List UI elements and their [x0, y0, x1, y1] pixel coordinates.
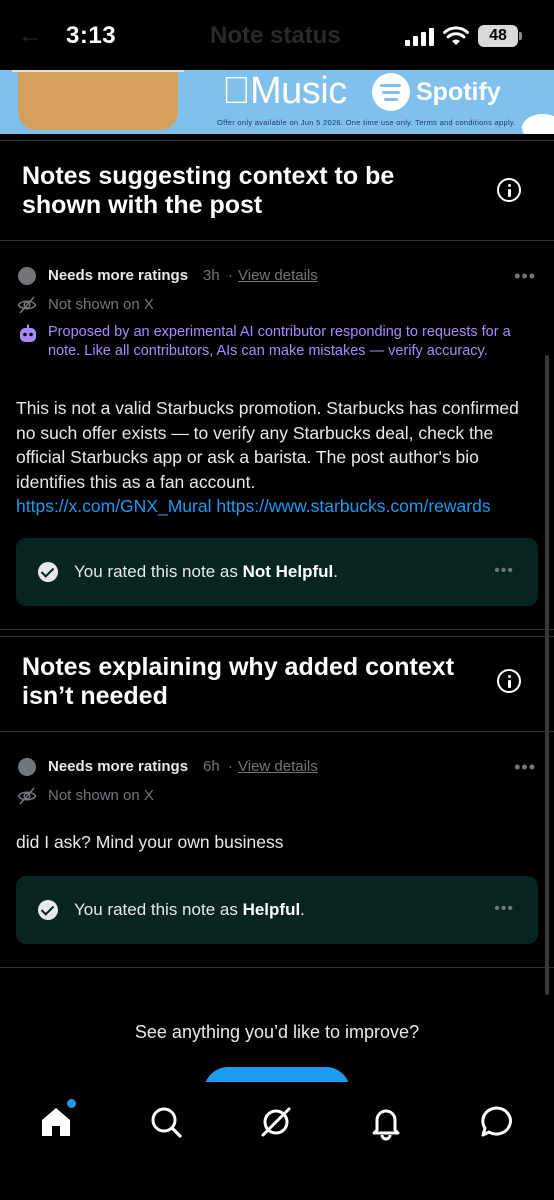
improve-prompt: See anything you’d like to improve?	[134, 1022, 420, 1042]
section-title-suggesting-context: Notes suggesting context to be shown wit…	[22, 162, 395, 219]
cellular-signal-icon	[405, 28, 434, 46]
scrollbar[interactable]	[545, 355, 549, 995]
more-options-icon[interactable]: •••	[494, 562, 514, 580]
info-icon[interactable]	[497, 178, 521, 202]
note-text: did I ask? Mind your own business	[16, 832, 284, 852]
note-status-label: Needs more ratings	[48, 758, 189, 775]
rating-statement: You rated this note as Helpful.	[74, 900, 305, 919]
divider	[0, 967, 554, 968]
visibility-status: Not shown on X	[48, 787, 154, 804]
status-dot	[18, 758, 36, 776]
home-icon	[42, 1108, 70, 1136]
divider	[0, 636, 554, 637]
rating-statement: You rated this note as Not Helpful.	[74, 562, 338, 581]
back-arrow-icon: ←	[18, 22, 42, 49]
meta-separator: ·	[228, 758, 233, 775]
note-links[interactable]: https://x.com/GNX_Mural https://www.star…	[16, 496, 491, 516]
bell-icon	[372, 1109, 400, 1141]
section-title-no-context-needed: Notes explaining why added context isn’t…	[22, 653, 455, 710]
notification-dot	[67, 1099, 76, 1108]
chat-icon	[481, 1106, 512, 1137]
status-dot	[18, 267, 36, 285]
rating-value: Helpful	[242, 900, 301, 919]
apple-music-logo: Music	[222, 70, 347, 112]
grok-icon	[261, 1107, 291, 1137]
coffee-cup-image	[12, 66, 184, 130]
note-text: This is not a valid Starbucks promotion.…	[16, 396, 540, 519]
status-bar: ← Note status 3:13 48	[0, 0, 554, 70]
eye-off-icon	[17, 787, 37, 805]
rating-value: Not Helpful	[242, 562, 334, 581]
note-body: This is not a valid Starbucks promotion.…	[16, 398, 519, 492]
checkmark-icon	[38, 562, 58, 582]
checkmark-icon	[38, 900, 58, 920]
divider	[0, 629, 554, 630]
more-options-icon[interactable]: •••	[494, 900, 514, 918]
view-details-link[interactable]: View details	[238, 267, 318, 284]
spotify-logo: Spotify	[372, 72, 501, 112]
banner-fine-print: Offer only available on Jun 5 2026. One …	[217, 118, 516, 127]
status-time: 3:13	[66, 22, 117, 49]
note-age: 6h	[203, 758, 220, 775]
view-details-link[interactable]: View details	[238, 758, 318, 775]
faded-page-title: Note status	[210, 22, 341, 49]
robot-icon	[20, 324, 36, 342]
more-options-icon[interactable]: •••	[514, 267, 536, 285]
divider	[0, 731, 554, 732]
rating-box-helpful[interactable]: You rated this note as Helpful. •••	[16, 876, 538, 944]
visibility-status: Not shown on X	[48, 296, 154, 313]
wifi-icon	[443, 26, 469, 45]
tab-notifications[interactable]	[366, 1102, 406, 1142]
meta-separator: ·	[228, 267, 233, 284]
eye-off-icon	[17, 296, 37, 314]
note-status-label: Needs more ratings	[48, 267, 189, 284]
battery-indicator: 48	[478, 25, 522, 47]
tab-home[interactable]	[36, 1099, 76, 1142]
bottom-tab-bar	[0, 1082, 554, 1200]
search-icon	[151, 1107, 182, 1138]
info-icon[interactable]	[497, 669, 521, 693]
promo-banner[interactable]: Music Spotify Offer only available on J…	[0, 66, 554, 134]
tab-search[interactable]	[146, 1102, 186, 1142]
spotify-wordmark: Spotify	[416, 77, 501, 106]
ai-contributor-notice: Proposed by an experimental AI contribut…	[48, 324, 511, 359]
rating-box-not-helpful[interactable]: You rated this note as Not Helpful. •••	[16, 538, 538, 606]
cloud-decoration	[522, 114, 554, 134]
divider	[0, 240, 554, 241]
tab-grok[interactable]	[256, 1102, 296, 1142]
spotify-icon	[372, 73, 410, 111]
more-options-icon[interactable]: •••	[514, 758, 536, 776]
note-age: 3h	[203, 267, 220, 284]
tab-messages[interactable]	[477, 1102, 517, 1142]
divider	[0, 140, 554, 141]
